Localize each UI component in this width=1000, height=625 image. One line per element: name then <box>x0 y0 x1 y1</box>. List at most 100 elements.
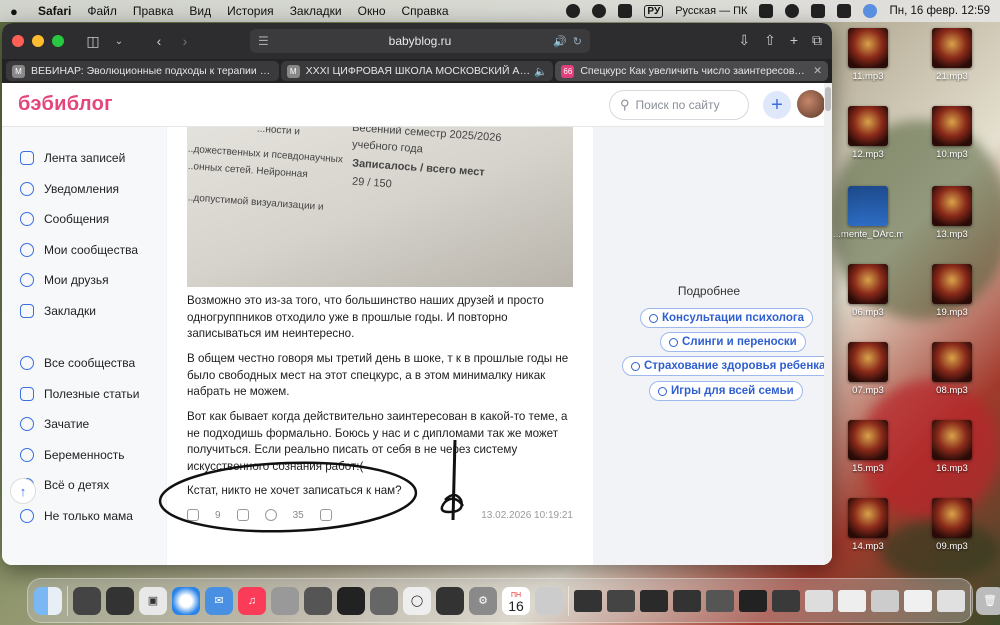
site-logo[interactable]: бэбиблог <box>18 93 113 116</box>
comment-icon[interactable] <box>264 509 277 521</box>
finder-icon[interactable] <box>34 586 62 615</box>
tab-webinar[interactable]: М ВЕБИНАР: Эволюционные подходы к терапи… <box>6 61 279 81</box>
chat-app-icon[interactable]: ◯ <box>403 586 431 615</box>
wifi-icon[interactable] <box>785 4 800 18</box>
share-icon[interactable]: ⇧ <box>764 32 776 49</box>
sidebar-item-all-communities[interactable]: Все сообщества <box>2 348 166 379</box>
desktop-file-icon[interactable]: 11.mp3 <box>833 28 903 82</box>
bookmark-icon[interactable] <box>319 509 332 521</box>
page-menu-icon[interactable]: ☰ <box>258 34 269 48</box>
books-icon[interactable]: ▣ <box>139 586 167 615</box>
desktop-file-icon[interactable]: 08.mp3 <box>917 342 987 396</box>
tab-overview-icon[interactable]: ⧉ <box>812 32 822 49</box>
calendar-icon[interactable]: ПН 16 <box>502 586 530 615</box>
create-post-button[interactable]: + <box>763 91 791 119</box>
link-psychologist[interactable]: Консультации психолога <box>640 308 814 328</box>
desktop-file-icon[interactable]: 06.mp3 <box>833 264 903 318</box>
avatar[interactable] <box>797 90 825 118</box>
tab-close-icon[interactable]: ✕ <box>813 65 822 77</box>
download-icon[interactable]: ⇩ <box>738 32 750 49</box>
tab-school[interactable]: М XXXI ЦИФРОВАЯ ШКОЛА МОСКОВСКИЙ АЛЛЕР..… <box>280 61 554 81</box>
search-input[interactable] <box>635 98 736 112</box>
link-slings[interactable]: Слинги и переноски <box>660 332 806 352</box>
menu-edit[interactable]: Правка <box>133 4 174 18</box>
sidebar-item-articles[interactable]: Полезные статьи <box>2 379 166 410</box>
desktop-file-icon[interactable]: 19.mp3 <box>917 264 987 318</box>
minimized-window[interactable] <box>772 589 800 612</box>
play-icon[interactable] <box>618 4 633 18</box>
audio-icon[interactable]: 🔊 <box>553 35 567 48</box>
vertical-scrollbar[interactable] <box>824 83 832 565</box>
minimized-window[interactable] <box>706 589 734 612</box>
address-url[interactable]: babyblog.ru <box>389 34 452 48</box>
search-icon[interactable] <box>811 4 826 18</box>
link-insurance[interactable]: Страхование здоровья ребенка <box>622 356 832 376</box>
battery-app-icon[interactable] <box>436 586 464 615</box>
desktop-file-icon[interactable]: 16.mp3 <box>917 420 987 474</box>
site-search[interactable]: ⚲ <box>609 90 749 120</box>
sidebar-item-pregnancy[interactable]: Беременность <box>2 440 166 471</box>
grid-app-icon[interactable] <box>337 586 365 615</box>
tab-babyblog[interactable]: 66 Спецкурс Как увеличить число заинтере… <box>555 61 829 81</box>
system-settings-icon[interactable]: ⚙ <box>469 586 497 615</box>
app-icon[interactable] <box>271 586 299 615</box>
input-source-label[interactable]: Русская — ПК <box>675 5 747 17</box>
minimized-window[interactable] <box>805 589 833 612</box>
minimized-window[interactable] <box>838 589 866 612</box>
control-center-icon[interactable] <box>837 4 852 18</box>
menu-file[interactable]: Файл <box>87 4 117 18</box>
chevron-down-icon[interactable]: ⌄ <box>106 36 132 47</box>
sidebar-item-bookmarks[interactable]: Закладки <box>2 296 166 327</box>
minimized-window[interactable] <box>640 589 668 612</box>
back-button[interactable]: ‹ <box>146 33 172 49</box>
minimized-window[interactable] <box>937 589 965 612</box>
tab-mute-icon[interactable]: 🔈 <box>534 65 547 78</box>
desktop-file-icon[interactable]: 09.mp3 <box>917 498 987 552</box>
reload-icon[interactable]: ↻ <box>573 35 582 48</box>
minimized-window[interactable] <box>574 589 602 612</box>
tools-icon[interactable] <box>304 586 332 615</box>
printer-icon[interactable] <box>535 586 563 615</box>
record-icon[interactable] <box>566 4 581 18</box>
menu-window[interactable]: Окно <box>358 4 386 18</box>
scroll-to-top-button[interactable]: ↑ <box>10 478 36 504</box>
chat-icon[interactable] <box>592 4 607 18</box>
minimized-window[interactable] <box>904 589 932 612</box>
sidebar-toggle-icon[interactable]: ◫ <box>80 33 106 50</box>
address-bar[interactable]: ☰ babyblog.ru 🔊 ↻ <box>250 29 590 53</box>
siri-icon[interactable] <box>863 4 878 18</box>
minimized-window[interactable] <box>607 589 635 612</box>
minimized-window[interactable] <box>673 589 701 612</box>
new-tab-icon[interactable]: + <box>790 32 798 49</box>
minimized-window[interactable] <box>739 589 767 612</box>
menu-bookmarks[interactable]: Закладки <box>290 4 342 18</box>
screen-mirror-icon[interactable] <box>759 4 774 18</box>
desktop-file-icon[interactable]: 14.mp3 <box>833 498 903 552</box>
sidebar-item-my-communities[interactable]: Мои сообщества <box>2 235 166 266</box>
desktop-file-icon[interactable]: 15.mp3 <box>833 420 903 474</box>
mail-icon[interactable]: ✉ <box>205 586 233 615</box>
menu-app-name[interactable]: Safari <box>38 4 71 18</box>
post-photo[interactable]: ...ности и ...дожественных и псевдонаучн… <box>187 127 573 287</box>
sidebar-item-not-only-mom[interactable]: Не только мама <box>2 501 166 532</box>
menu-history[interactable]: История <box>227 4 274 18</box>
input-source-badge[interactable]: РУ <box>644 4 664 18</box>
zoom-window-button[interactable] <box>52 35 64 47</box>
apple-menu-icon[interactable]: ● <box>10 4 24 19</box>
sidebar-item-notifications[interactable]: Уведомления <box>2 174 166 205</box>
desktop-file-icon[interactable]: 10.mp3 <box>917 106 987 160</box>
minimize-window-button[interactable] <box>32 35 44 47</box>
desktop-file-icon[interactable]: 07.mp3 <box>833 342 903 396</box>
sidebar-item-friends[interactable]: Мои друзья <box>2 265 166 296</box>
sidebar-item-feed[interactable]: Лента записей <box>2 143 166 174</box>
preview-icon[interactable] <box>370 586 398 615</box>
music-icon[interactable]: ♫ <box>238 586 266 615</box>
piano-app-icon[interactable] <box>106 586 134 615</box>
menubar-clock[interactable]: Пн, 16 февр. 12:59 <box>889 5 990 17</box>
desktop-file-icon[interactable]: 12.mp3 <box>833 106 903 160</box>
trash-icon[interactable]: 🗑 <box>976 586 1000 615</box>
desktop-file-icon[interactable]: ...mente_DArc.mp3 <box>833 186 903 240</box>
forward-button[interactable]: › <box>172 33 198 49</box>
sidebar-item-messages[interactable]: Сообщения <box>2 204 166 235</box>
menu-help[interactable]: Справка <box>402 4 449 18</box>
